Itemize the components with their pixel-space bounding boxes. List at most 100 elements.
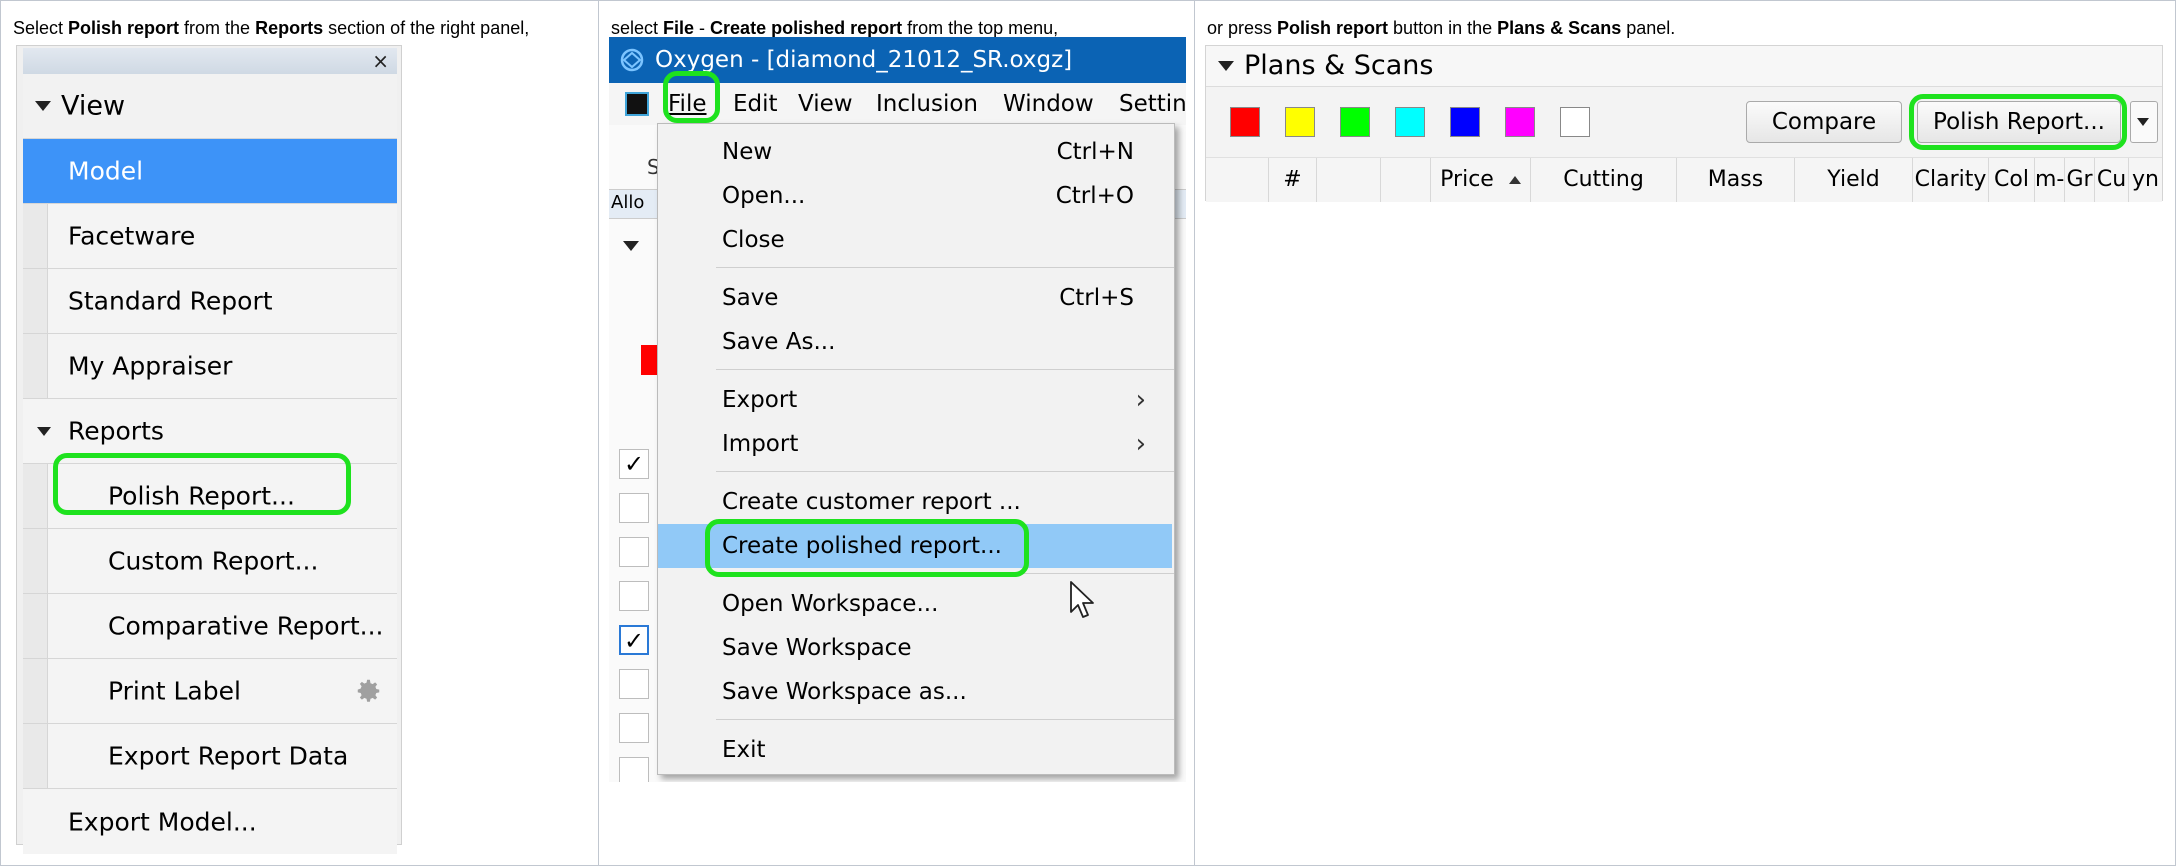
caption-bold: File (663, 18, 695, 38)
indent-strip (23, 204, 48, 268)
caption-text: panel. (1621, 18, 1676, 38)
tab-fragment: Allo (611, 192, 645, 213)
menu-settings[interactable]: Settin (1119, 83, 1186, 125)
step-cell-reports-panel: Select Polish report from the Reports se… (0, 0, 598, 866)
menu-inclusion[interactable]: Inclusion (876, 83, 978, 125)
checkbox[interactable] (619, 713, 649, 743)
close-icon[interactable]: × (372, 48, 389, 74)
section-label: View (61, 90, 126, 122)
menu-item-open-workspace[interactable]: Open Workspace... (722, 582, 938, 626)
instruction-caption: select File - Create polished report fro… (611, 17, 1058, 39)
column-header[interactable]: Clarity (1912, 158, 1988, 202)
column-header[interactable]: Yield (1794, 158, 1912, 202)
indent-strip (23, 269, 48, 333)
column-header[interactable]: Cu (2094, 158, 2128, 202)
color-filter-cyan[interactable] (1395, 107, 1425, 137)
gear-icon[interactable] (353, 676, 383, 706)
sidebar-item-model[interactable]: Model (23, 139, 397, 204)
shortcut-label: Ctrl+S (1059, 285, 1134, 311)
checkbox[interactable] (619, 537, 649, 567)
panel-titlebar: × (23, 48, 397, 74)
menu-label: Edit (733, 91, 778, 117)
instruction-caption: Select Polish report from the Reports se… (13, 17, 529, 39)
menu-item-create-customer-report[interactable]: Create customer report ... (722, 480, 1021, 524)
indent-strip (23, 334, 48, 398)
sidebar-item-standard-report[interactable]: Standard Report (23, 269, 397, 334)
sidebar-item-label: Export Report Data (108, 741, 349, 771)
column-header[interactable]: yn (2128, 158, 2162, 202)
menu-edit[interactable]: Edit (733, 83, 778, 125)
column-header[interactable]: Col (1988, 158, 2034, 202)
caption-text: from the (179, 18, 256, 38)
sidebar-item-my-appraiser[interactable]: My Appraiser (23, 334, 397, 399)
menu-window[interactable]: Window (1003, 83, 1094, 125)
menu-separator (716, 369, 1174, 370)
checkbox[interactable]: ✓ (619, 625, 649, 655)
sidebar-item-export-report-data[interactable]: Export Report Data (23, 724, 397, 789)
checkbox[interactable]: ✓ (619, 449, 649, 479)
app-menu-icon[interactable] (625, 92, 649, 116)
view-section-header[interactable]: View (23, 74, 397, 139)
menu-label: Window (1003, 91, 1094, 117)
column-label: Price (1440, 167, 1494, 192)
checkbox[interactable] (619, 581, 649, 611)
highlight-outline (53, 453, 351, 515)
right-side-panel: × View Model Facetware Standard Report M… (16, 45, 402, 854)
column-header[interactable]: Mass (1676, 158, 1794, 202)
column-header[interactable]: Gr (2064, 158, 2094, 202)
caption-bold: Polish report (68, 18, 180, 38)
checkbox[interactable] (619, 757, 649, 782)
menu-view[interactable]: View (798, 83, 853, 125)
column-header[interactable] (1316, 158, 1380, 202)
caption-bold: Plans & Scans (1497, 18, 1622, 38)
menu-item-save[interactable]: Save (722, 276, 778, 320)
indent-strip (23, 464, 48, 528)
menu-separator (716, 471, 1174, 472)
sidebar-item-custom-report[interactable]: Custom Report... (23, 529, 397, 594)
table-header: # Price Cutting Mass Yield Clarity Col m… (1206, 157, 2162, 202)
sidebar-item-label: Print Label (108, 676, 241, 706)
column-header[interactable] (1380, 158, 1430, 202)
menu-label: Settin (1119, 91, 1186, 117)
color-filter-red[interactable] (1230, 107, 1260, 137)
menu-item-export[interactable]: Export (722, 378, 797, 422)
color-filter-green[interactable] (1340, 107, 1370, 137)
sidebar-item-label: Export Model... (68, 807, 257, 836)
menu-label: View (798, 91, 853, 117)
menu-item-import[interactable]: Import (722, 422, 798, 466)
column-header[interactable]: # (1268, 158, 1316, 202)
menu-item-exit[interactable]: Exit (722, 728, 766, 772)
dropdown-button[interactable] (2130, 101, 2158, 143)
menu-item-save-as[interactable]: Save As... (722, 320, 835, 364)
sidebar-item-export-model[interactable]: Export Model... (23, 789, 397, 854)
menu-item-close[interactable]: Close (722, 218, 785, 262)
sidebar-item-print-label[interactable]: Print Label (23, 659, 397, 724)
compare-button[interactable]: Compare (1746, 101, 1902, 143)
menu-item-open[interactable]: Open... (722, 174, 805, 218)
checkbox[interactable] (619, 669, 649, 699)
sidebar-item-facetware[interactable]: Facetware (23, 204, 397, 269)
highlight-outline (1909, 94, 2127, 150)
chevron-down-icon (2137, 118, 2149, 126)
column-header[interactable]: m- (2034, 158, 2064, 202)
checkbox[interactable] (619, 493, 649, 523)
sidebar-item-comparative-report[interactable]: Comparative Report... (23, 594, 397, 659)
menu-label: Inclusion (876, 91, 978, 117)
section-label: Reports (68, 416, 164, 446)
color-filter-white[interactable] (1560, 107, 1590, 137)
column-header[interactable]: Cutting (1530, 158, 1676, 202)
color-filter-magenta[interactable] (1505, 107, 1535, 137)
color-filter-blue[interactable] (1450, 107, 1480, 137)
indent-strip (23, 594, 48, 658)
color-filter-yellow[interactable] (1285, 107, 1315, 137)
plans-scans-panel: Plans & Scans Compare Polish Report... #… (1205, 45, 2163, 202)
menu-item-new[interactable]: New (722, 130, 772, 174)
panel-header[interactable]: Plans & Scans (1206, 46, 2162, 87)
menu-item-save-workspace-as[interactable]: Save Workspace as... (722, 670, 967, 714)
menu-item-save-workspace[interactable]: Save Workspace (722, 626, 911, 670)
collapse-triangle-icon (623, 241, 639, 251)
column-header[interactable] (1206, 158, 1268, 202)
collapse-triangle-icon (37, 427, 51, 436)
column-header-price[interactable]: Price (1430, 158, 1530, 202)
sort-ascending-icon (1508, 176, 1521, 184)
